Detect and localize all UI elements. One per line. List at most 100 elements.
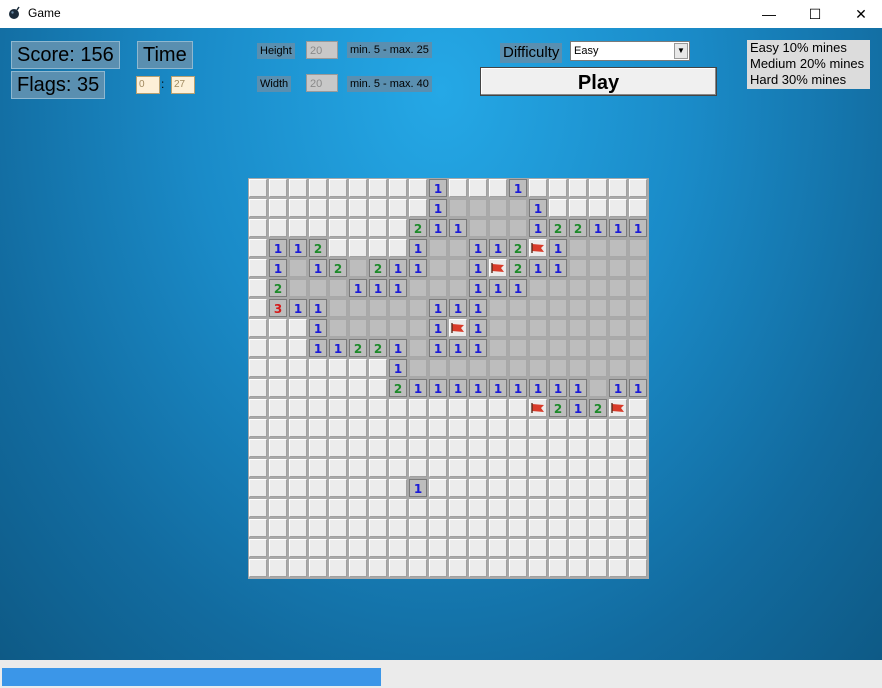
board-cell[interactable] [569, 479, 587, 497]
number-cell[interactable]: 2 [549, 219, 567, 237]
board-cell[interactable] [469, 519, 487, 537]
board-cell[interactable] [449, 539, 467, 557]
number-cell[interactable]: 1 [489, 379, 507, 397]
board-cell[interactable] [429, 359, 447, 377]
board-cell[interactable] [269, 559, 287, 577]
board-cell[interactable] [529, 359, 547, 377]
board-cell[interactable] [349, 419, 367, 437]
board-cell[interactable] [369, 359, 387, 377]
difficulty-select[interactable]: Easy ▼ [570, 41, 690, 61]
board-cell[interactable] [489, 459, 507, 477]
board-cell[interactable] [349, 379, 367, 397]
board-cell[interactable] [309, 479, 327, 497]
number-cell[interactable]: 1 [449, 339, 467, 357]
board-cell[interactable] [429, 479, 447, 497]
board-cell[interactable] [589, 359, 607, 377]
board-cell[interactable] [509, 559, 527, 577]
number-cell[interactable]: 1 [469, 379, 487, 397]
board-cell[interactable] [369, 499, 387, 517]
board-cell[interactable] [529, 459, 547, 477]
board-cell[interactable] [289, 219, 307, 237]
board-cell[interactable] [509, 479, 527, 497]
number-cell[interactable]: 1 [529, 219, 547, 237]
number-cell[interactable]: 1 [429, 179, 447, 197]
flagged-cell[interactable] [529, 239, 547, 257]
board-cell[interactable] [409, 319, 427, 337]
board-cell[interactable] [569, 239, 587, 257]
board-cell[interactable] [369, 539, 387, 557]
board-cell[interactable] [269, 199, 287, 217]
board-cell[interactable] [369, 239, 387, 257]
board-cell[interactable] [429, 399, 447, 417]
board-cell[interactable] [409, 539, 427, 557]
number-cell[interactable]: 1 [469, 299, 487, 317]
board-cell[interactable] [489, 499, 507, 517]
board-cell[interactable] [309, 379, 327, 397]
board-cell[interactable] [569, 499, 587, 517]
board-cell[interactable] [529, 179, 547, 197]
board-cell[interactable] [629, 299, 647, 317]
board-cell[interactable] [369, 219, 387, 237]
board-cell[interactable] [569, 359, 587, 377]
number-cell[interactable]: 2 [569, 219, 587, 237]
board-cell[interactable] [609, 499, 627, 517]
number-cell[interactable]: 2 [369, 339, 387, 357]
board-cell[interactable] [549, 519, 567, 537]
board-cell[interactable] [309, 199, 327, 217]
board-cell[interactable] [249, 219, 267, 237]
board-cell[interactable] [469, 359, 487, 377]
board-cell[interactable] [629, 199, 647, 217]
board-cell[interactable] [589, 559, 607, 577]
board-cell[interactable] [529, 559, 547, 577]
number-cell[interactable]: 3 [269, 299, 287, 317]
board-cell[interactable] [509, 319, 527, 337]
board-cell[interactable] [429, 279, 447, 297]
board-cell[interactable] [289, 379, 307, 397]
board-cell[interactable] [489, 419, 507, 437]
number-cell[interactable]: 1 [409, 479, 427, 497]
number-cell[interactable]: 1 [509, 279, 527, 297]
board-cell[interactable] [269, 519, 287, 537]
height-input[interactable]: 20 [306, 41, 338, 59]
board-cell[interactable] [589, 379, 607, 397]
board-cell[interactable] [389, 399, 407, 417]
number-cell[interactable]: 1 [429, 379, 447, 397]
board-cell[interactable] [409, 519, 427, 537]
board-cell[interactable] [409, 559, 427, 577]
board-cell[interactable] [509, 299, 527, 317]
board-cell[interactable] [369, 299, 387, 317]
board-cell[interactable] [549, 199, 567, 217]
number-cell[interactable]: 1 [429, 219, 447, 237]
board-cell[interactable] [449, 499, 467, 517]
number-cell[interactable]: 1 [609, 379, 627, 397]
board-cell[interactable] [449, 179, 467, 197]
board-cell[interactable] [549, 499, 567, 517]
maximize-button[interactable]: ☐ [792, 0, 838, 28]
board-cell[interactable] [569, 259, 587, 277]
board-cell[interactable] [469, 559, 487, 577]
board-cell[interactable] [469, 399, 487, 417]
board-cell[interactable] [289, 459, 307, 477]
board-cell[interactable] [609, 439, 627, 457]
board-cell[interactable] [529, 279, 547, 297]
board-cell[interactable] [369, 479, 387, 497]
board-cell[interactable] [269, 219, 287, 237]
board-cell[interactable] [289, 399, 307, 417]
board-cell[interactable] [249, 439, 267, 457]
number-cell[interactable]: 2 [329, 259, 347, 277]
number-cell[interactable]: 1 [309, 339, 327, 357]
board-cell[interactable] [329, 419, 347, 437]
board-cell[interactable] [389, 199, 407, 217]
board-cell[interactable] [569, 439, 587, 457]
number-cell[interactable]: 1 [549, 239, 567, 257]
board-cell[interactable] [449, 399, 467, 417]
board-cell[interactable] [329, 399, 347, 417]
board-cell[interactable] [569, 179, 587, 197]
board-cell[interactable] [249, 319, 267, 337]
board-cell[interactable] [589, 459, 607, 477]
board-cell[interactable] [269, 459, 287, 477]
board-cell[interactable] [629, 459, 647, 477]
board-cell[interactable] [569, 199, 587, 217]
board-cell[interactable] [309, 499, 327, 517]
board-cell[interactable] [549, 419, 567, 437]
